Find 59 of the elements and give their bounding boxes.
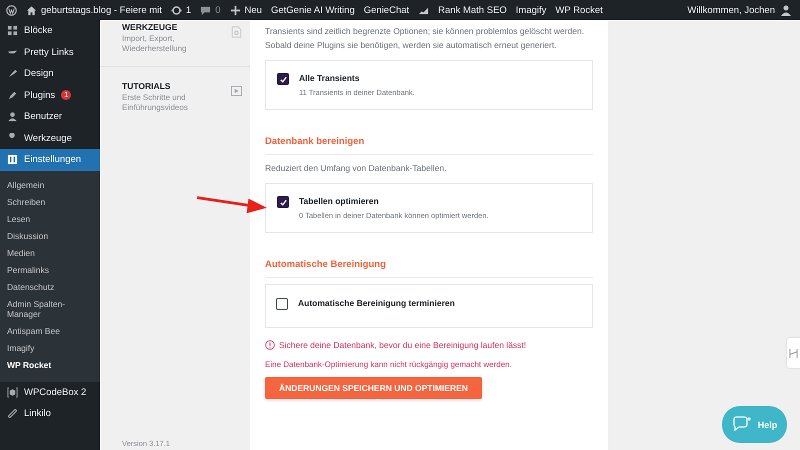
toolbar-link[interactable]: Rank Math SEO: [438, 4, 507, 16]
notice-text: Eine Datenbank-Optimierung kann nicht rückgängig gemacht werden.: [265, 360, 513, 369]
box-icon: [7, 386, 18, 398]
account-link[interactable]: Willkommen, Jochen: [687, 4, 775, 16]
warning-text: Sichere deine Datenbank, bevor du eine Bereinigung laufen lässt!: [279, 340, 526, 350]
menu-item[interactable]: Benutzer: [0, 106, 100, 128]
toolbar-link[interactable]: Imagify: [516, 4, 546, 16]
checkbox[interactable]: [277, 73, 289, 85]
document-gear-icon: [231, 26, 242, 38]
submenu-item[interactable]: Datenschutz: [0, 278, 100, 296]
refresh-icon: [170, 4, 182, 16]
updates-link[interactable]: 1: [170, 4, 192, 16]
section-title: WERKZEUGE: [122, 22, 178, 32]
comments-link[interactable]: 0: [200, 4, 221, 16]
checkbox[interactable]: [276, 298, 288, 310]
warning-icon: [265, 340, 275, 350]
submenu-item[interactable]: WP Rocket: [0, 356, 100, 374]
section-description: Reduziert den Umfang von Datenbank-Tabellen.: [265, 162, 448, 175]
submenu-item[interactable]: Lesen: [0, 210, 100, 228]
section-description: Import, Export, Wiederherstellung: [122, 34, 188, 54]
intro-text: Transients sind zeitlich begrenzte Optionen; sie können problemlos gelöscht werden. Sobald deine Plugins sie benötigen, werden sie automatisch erneut generiert.: [265, 25, 586, 52]
submenu-item[interactable]: Permalinks: [0, 262, 100, 278]
submenu-item[interactable]: Imagify: [0, 340, 100, 356]
section-heading: Automatische Bereinigung: [265, 259, 387, 270]
toolbar-link[interactable]: GenieChat: [364, 4, 410, 16]
option-label: Alle Transients: [299, 73, 360, 83]
option-label: Tabellen optimieren: [299, 196, 380, 206]
submenu-item[interactable]: Diskussion: [0, 228, 100, 244]
plus-icon: [230, 4, 241, 16]
submenu-item[interactable]: Medien: [0, 244, 100, 262]
toolbar-link[interactable]: WP Rocket: [555, 4, 603, 16]
menu-item[interactable]: Werkzeuge: [0, 128, 100, 149]
submenu-item[interactable]: Schreiben: [0, 194, 100, 210]
chat-icon: [732, 416, 752, 434]
checkbox[interactable]: [277, 196, 289, 208]
side-tab[interactable]: [787, 338, 800, 368]
submenu-item[interactable]: Allgemein: [0, 176, 100, 194]
section-description: Erste Schritte und Einführungsvideos: [122, 93, 189, 113]
submenu-item[interactable]: Antispam Bee: [0, 322, 100, 340]
menu-item[interactable]: WPCodeBox 2: [0, 382, 100, 403]
menu-item[interactable]: Pretty Links: [0, 42, 100, 63]
tab-icon: [789, 348, 798, 358]
link-icon: [7, 408, 18, 420]
toolbar-link[interactable]: GetGenie AI Writing: [270, 4, 355, 16]
comment-icon: [200, 4, 212, 16]
section-title: TUTORIALS: [122, 81, 172, 91]
section-heading: Datenbank bereinigen: [265, 136, 366, 147]
wordpress-logo-icon[interactable]: [6, 4, 17, 16]
submenu-item[interactable]: Admin Spalten-Manager: [0, 296, 100, 322]
site-link[interactable]: geburtstags.blog - Feiere mit: [26, 4, 162, 16]
home-icon: [26, 4, 37, 16]
menu-item[interactable]: Linkilo: [0, 403, 100, 424]
avatar-icon[interactable]: [780, 4, 792, 16]
video-icon: [231, 85, 242, 97]
menu-item[interactable]: Einstellungen: [0, 149, 100, 170]
menu-item[interactable]: Blöcke: [0, 20, 100, 42]
new-link[interactable]: Neu: [230, 4, 262, 16]
option-label: Automatische Bereinigung terminieren: [298, 298, 455, 308]
menu-item[interactable]: Design: [0, 63, 100, 84]
